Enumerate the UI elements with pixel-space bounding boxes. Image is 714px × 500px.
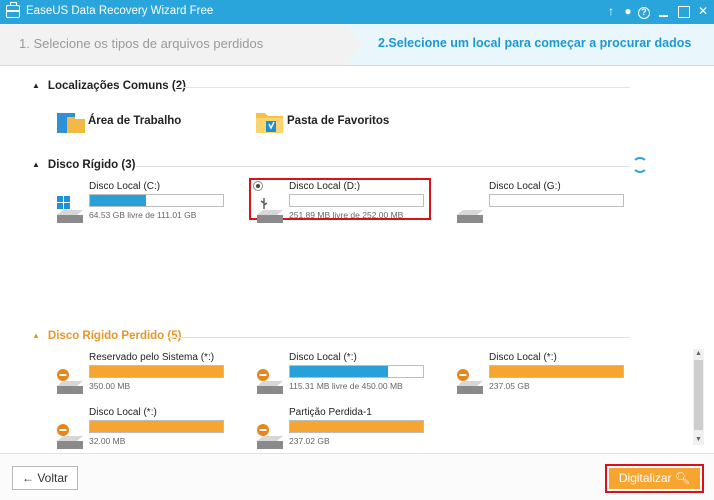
refresh-icon[interactable]: [632, 157, 648, 173]
location-label: Pasta de Favoritos: [287, 115, 390, 127]
collapse-triangle-icon[interactable]: ▲: [32, 81, 40, 90]
drive-item[interactable]: Disco Local (C:) 64.53 GB livre de 111.0…: [55, 181, 235, 227]
drive-name: Disco Local (D:): [289, 181, 361, 192]
drive-usage-bar: [289, 194, 424, 207]
drive-name: Disco Local (*:): [489, 352, 557, 363]
scroll-down-arrow-icon[interactable]: ▼: [693, 435, 704, 445]
lost-drive-item[interactable]: Disco Local (*:) 237.05 GB: [455, 352, 635, 398]
drive-usage-fill: [290, 366, 389, 377]
drive-name: Partição Perdida-1: [289, 407, 372, 418]
location-label: Área de Trabalho: [88, 115, 182, 127]
divider: [136, 166, 630, 167]
common-locations-header[interactable]: ▲ Localizações Comuns (2): [32, 80, 186, 92]
title-bar: EaseUS Data Recovery Wizard Free ↑ ● ? ✕: [0, 0, 714, 24]
favorites-folder-icon: [256, 113, 283, 133]
location-favorites[interactable]: Pasta de Favoritos: [255, 105, 425, 137]
hard-disk-title: Disco Rígido (3): [47, 159, 136, 171]
lost-drive-icon: [257, 369, 283, 394]
vertical-scrollbar[interactable]: ▲ ▼: [693, 349, 704, 445]
maximize-button[interactable]: [675, 3, 691, 20]
drive-usage-bar: [89, 365, 224, 378]
lost-drive-icon: [57, 424, 83, 449]
drive-usage-bar: [89, 194, 224, 207]
drive-usage-bar: [289, 365, 424, 378]
common-locations-title: Localizações Comuns (2): [47, 80, 186, 92]
back-button-label: Voltar: [37, 471, 69, 485]
footer-bar: ← Voltar Digitalizar 🔍︎: [0, 453, 714, 500]
step-2-label: 2.Selecione um local para começar a proc…: [378, 36, 692, 50]
drive-size: 32.00 MB: [89, 436, 126, 446]
drive-name: Disco Local (G:): [489, 181, 561, 192]
upgrade-arrow-icon[interactable]: ↑: [603, 3, 619, 20]
lost-disk-header[interactable]: ▲ Disco Rígido Perdido (5): [32, 330, 181, 342]
lost-drive-item[interactable]: Disco Local (*:) 32.00 MB: [55, 407, 235, 453]
back-arrow-icon: ←: [21, 471, 34, 485]
drive-usage-bar: [489, 194, 624, 207]
drive-usage-fill: [490, 366, 623, 377]
minimize-button[interactable]: [655, 3, 671, 20]
drive-name: Reservado pelo Sistema (*:): [89, 352, 215, 363]
scan-button-label: Digitalizar: [618, 471, 672, 485]
drive-size: 237.05 GB: [489, 381, 530, 391]
drive-usage-fill: [90, 195, 146, 206]
lost-drive-item[interactable]: Reservado pelo Sistema (*:) 350.00 MB: [55, 352, 235, 398]
drive-usage-fill: [90, 421, 223, 432]
drive-size: 64.53 GB livre de 111.01 GB: [89, 210, 197, 220]
drive-usage-fill: [290, 421, 423, 432]
drive-usage-bar: [489, 365, 624, 378]
scrollbar-thumb[interactable]: [694, 360, 703, 430]
back-button[interactable]: ← Voltar: [12, 466, 78, 490]
drive-name: Disco Local (C:): [89, 181, 161, 192]
windows-drive-icon: [57, 196, 83, 223]
lost-drive-icon: [57, 369, 83, 394]
drive-usage-fill: [90, 366, 223, 377]
desktop-icon: [57, 113, 85, 133]
search-icon: 🔍︎: [674, 471, 691, 485]
lost-drive-item[interactable]: Disco Local (*:) 115.31 MB livre de 450.…: [255, 352, 435, 398]
hard-disk-header[interactable]: ▲ Disco Rígido (3): [32, 159, 135, 171]
drive-size: 350.00 MB: [89, 381, 131, 391]
divider: [176, 87, 630, 88]
drive-usage-bar: [289, 420, 424, 433]
lost-drive-icon: [257, 424, 283, 449]
scan-button[interactable]: Digitalizar 🔍︎: [609, 468, 700, 489]
drive-item-selected[interactable]: Disco Local (D:) 251.89 MB livre de 252.…: [255, 181, 435, 227]
drive-usage-bar: [89, 420, 224, 433]
scroll-up-arrow-icon[interactable]: ▲: [693, 349, 704, 359]
chat-icon[interactable]: ●: [620, 3, 636, 20]
drive-size: 115.31 MB livre de 450.00 MB: [289, 381, 403, 391]
drive-size: 237.02 GB: [289, 436, 330, 446]
divider: [168, 337, 630, 338]
drive-size: 251.89 MB livre de 252.00 MB: [289, 210, 404, 220]
drive-item[interactable]: Disco Local (G:): [455, 181, 635, 227]
usb-drive-icon: [257, 198, 283, 223]
collapse-triangle-icon[interactable]: ▲: [32, 331, 40, 340]
app-briefcase-icon: [6, 2, 20, 18]
lost-disk-title: Disco Rígido Perdido (5): [47, 330, 182, 342]
hard-drive-icon: [457, 210, 483, 223]
lost-drive-item[interactable]: Partição Perdida-1 237.02 GB: [255, 407, 435, 453]
step-1-label[interactable]: 1. Selecione os tipos de arquivos perdid…: [19, 36, 263, 51]
lost-drive-icon: [457, 369, 483, 394]
close-button[interactable]: ✕: [695, 3, 711, 20]
drive-name: Disco Local (*:): [89, 407, 157, 418]
collapse-triangle-icon[interactable]: ▲: [32, 160, 40, 169]
drive-name: Disco Local (*:): [289, 352, 357, 363]
location-desktop[interactable]: Área de Trabalho: [56, 105, 226, 137]
help-icon[interactable]: ?: [636, 3, 652, 20]
window-title: EaseUS Data Recovery Wizard Free: [26, 5, 214, 17]
steps-bar: 1. Selecione os tipos de arquivos perdid…: [0, 24, 714, 66]
